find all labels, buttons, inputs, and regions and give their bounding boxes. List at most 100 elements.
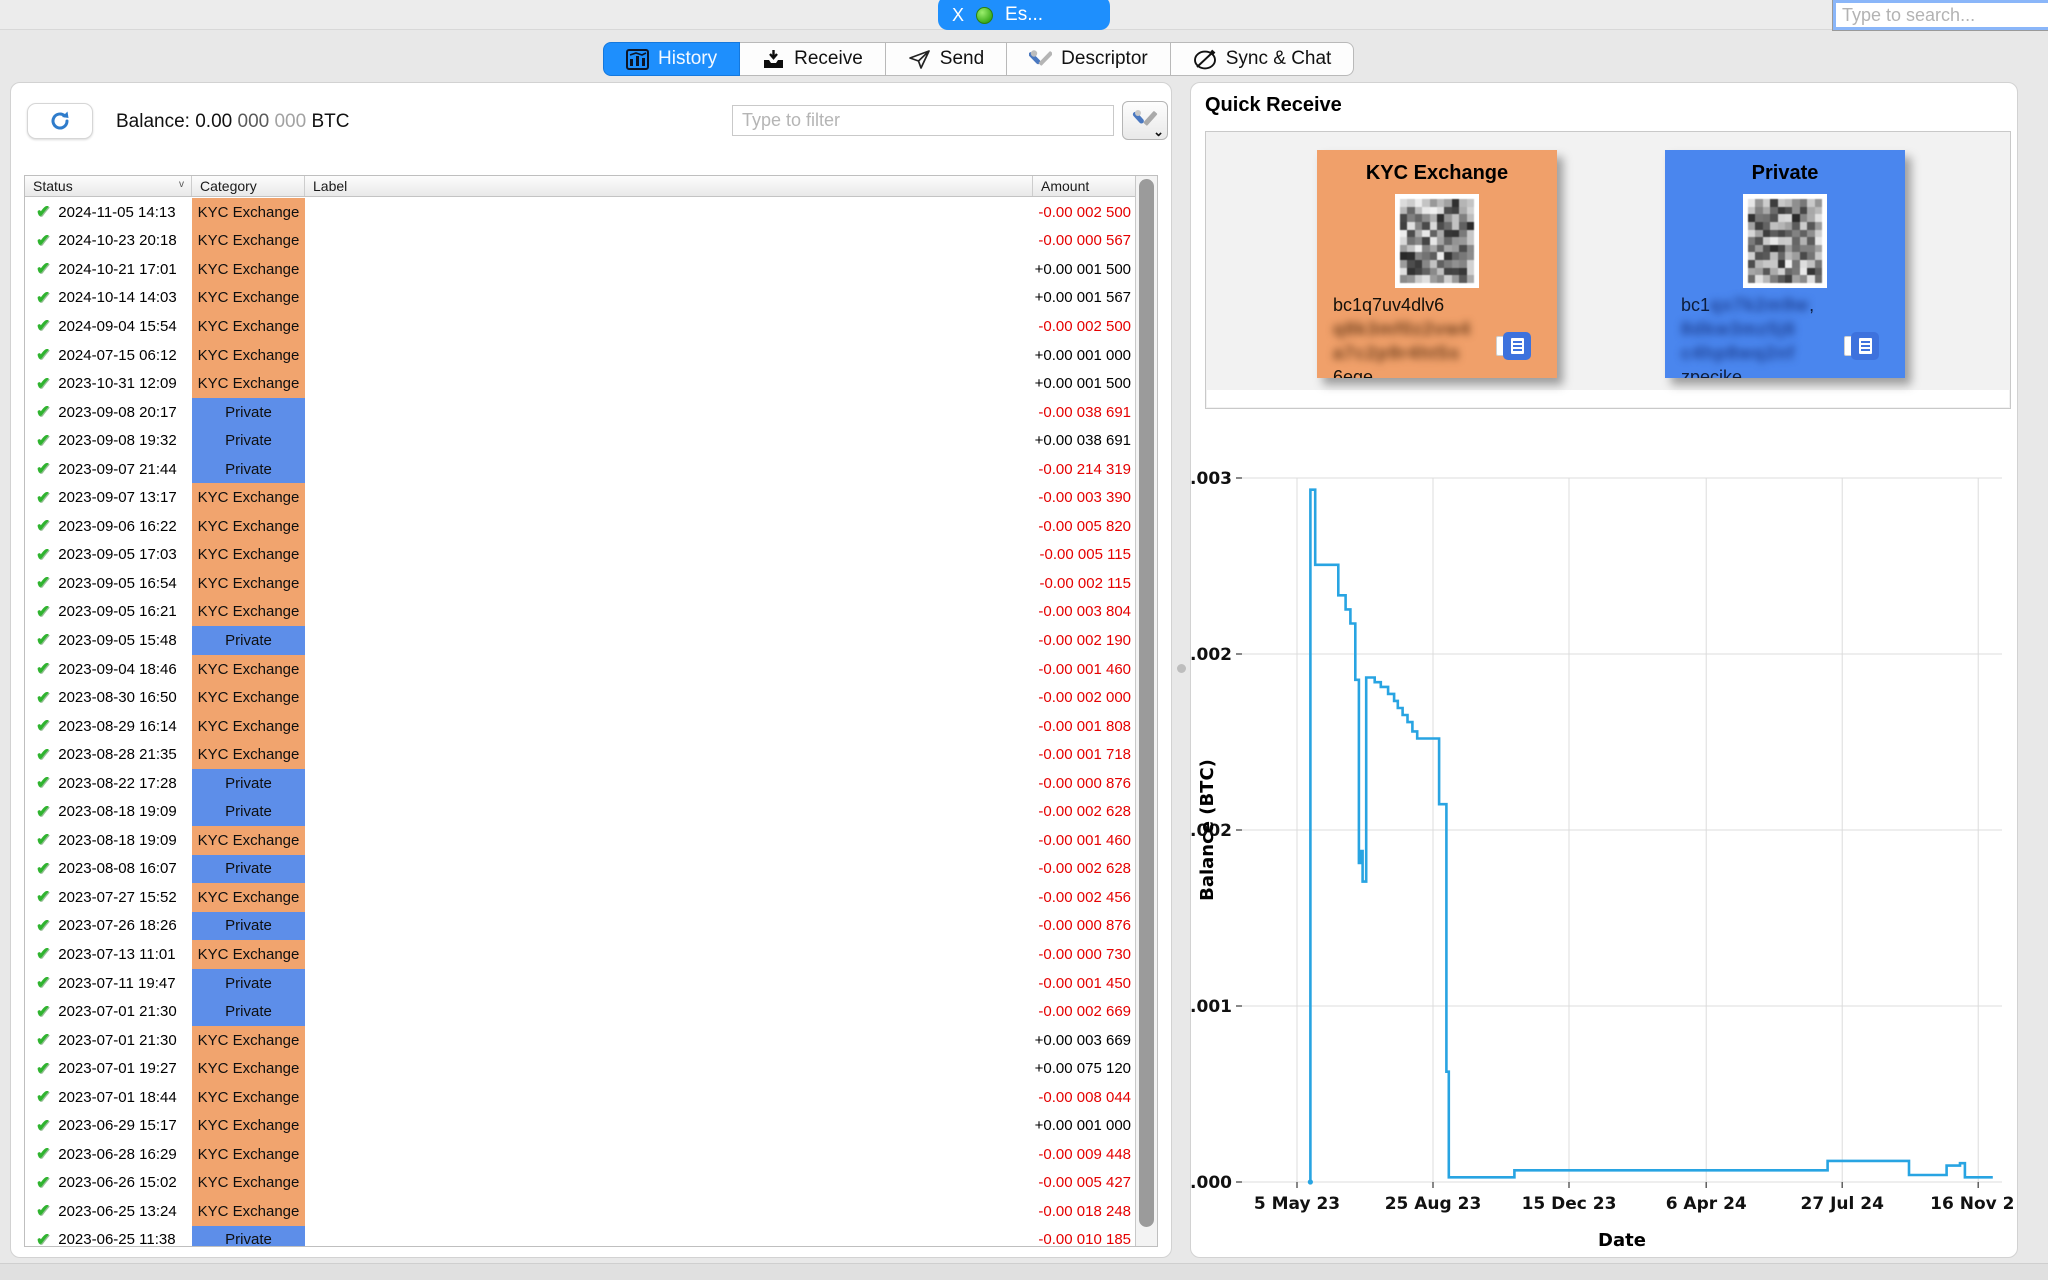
table-row[interactable]: ✔2023-09-05 16:21KYC Exchange-0.00 003 8… (25, 598, 1136, 627)
table-row[interactable]: ✔2023-06-25 11:38Private-0.00 010 185 (25, 1226, 1136, 1247)
table-row[interactable]: ✔2023-07-01 18:44KYC Exchange-0.00 008 0… (25, 1083, 1136, 1112)
tx-date: 2023-07-01 21:30 (58, 1032, 176, 1049)
tab-history[interactable]: History (603, 42, 740, 76)
green-check-icon: ✔ (36, 830, 50, 850)
tab-send[interactable]: Send (886, 42, 1007, 76)
table-row[interactable]: ✔2023-08-18 19:09KYC Exchange-0.00 001 4… (25, 826, 1136, 855)
table-row[interactable]: ✔2024-10-23 20:18KYC Exchange-0.00 000 5… (25, 227, 1136, 256)
table-row[interactable]: ✔2024-11-05 14:13KYC Exchange-0.00 002 5… (25, 198, 1136, 227)
amount-cell: -0.00 001 460 (1033, 661, 1136, 678)
table-body: ✔2024-11-05 14:13KYC Exchange-0.00 002 5… (25, 198, 1136, 1247)
table-row[interactable]: ✔2024-10-14 14:03KYC Exchange+0.00 001 5… (25, 284, 1136, 313)
filter-options-button[interactable]: ⌄ (1122, 101, 1168, 140)
category-cell: KYC Exchange (192, 512, 305, 541)
table-row[interactable]: ✔2023-09-07 13:17KYC Exchange-0.00 003 3… (25, 483, 1136, 512)
status-cell: ✔2023-10-31 12:09 (25, 374, 192, 394)
table-row[interactable]: ✔2023-08-30 16:50KYC Exchange-0.00 002 0… (25, 683, 1136, 712)
table-header[interactable]: Statusv Category Label Amount (25, 176, 1157, 197)
category-cell: Private (192, 626, 305, 655)
search-input[interactable] (1833, 0, 2048, 30)
tab-receive[interactable]: Receive (740, 42, 886, 76)
status-led-icon (976, 7, 993, 24)
address-tail: zpecike (1681, 365, 1814, 378)
amount-cell: -0.00 005 427 (1033, 1174, 1136, 1191)
table-row[interactable]: ✔2024-07-15 06:12KYC Exchange+0.00 001 0… (25, 341, 1136, 370)
tab-descriptor[interactable]: Descriptor (1007, 42, 1171, 76)
amount-cell: -0.00 000 876 (1033, 917, 1136, 934)
table-row[interactable]: ✔2023-09-07 21:44Private-0.00 214 319 (25, 455, 1136, 484)
table-row[interactable]: ✔2024-10-21 17:01KYC Exchange+0.00 001 5… (25, 255, 1136, 284)
table-row[interactable]: ✔2023-07-13 11:01KYC Exchange-0.00 000 7… (25, 940, 1136, 969)
category-cell: KYC Exchange (192, 655, 305, 684)
amount-cell: -0.00 005 820 (1033, 518, 1136, 535)
tx-date: 2023-09-07 21:44 (58, 461, 176, 478)
table-row[interactable]: ✔2023-07-01 19:27KYC Exchange+0.00 075 1… (25, 1054, 1136, 1083)
green-check-icon: ✔ (36, 402, 50, 422)
panel-splitter-handle[interactable] (1177, 664, 1186, 673)
status-cell: ✔2023-07-01 21:30 (25, 1030, 192, 1050)
tx-date: 2023-09-05 16:54 (58, 575, 176, 592)
close-tab-icon[interactable]: X (952, 6, 964, 24)
category-cell: KYC Exchange (192, 312, 305, 341)
tx-date: 2023-09-05 17:03 (58, 546, 176, 563)
amount-cell: -0.00 000 567 (1033, 232, 1136, 249)
table-row[interactable]: ✔2023-08-28 21:35KYC Exchange-0.00 001 7… (25, 740, 1136, 769)
tx-date: 2024-10-23 20:18 (58, 232, 176, 249)
window-title-tab[interactable]: X Es... (938, 0, 1110, 30)
table-row[interactable]: ✔2023-06-28 16:29KYC Exchange-0.00 009 4… (25, 1140, 1136, 1169)
scrollbar-thumb[interactable] (1139, 179, 1154, 1227)
tab-label: Send (940, 48, 984, 70)
filter-input[interactable] (732, 105, 1114, 136)
qr-code-icon[interactable] (1395, 194, 1479, 288)
table-row[interactable]: ✔2023-08-18 19:09Private-0.00 002 628 (25, 797, 1136, 826)
column-header-category: Category (192, 176, 305, 196)
status-cell: ✔2024-09-04 15:54 (25, 316, 192, 336)
table-row[interactable]: ✔2023-07-01 21:30Private-0.00 002 669 (25, 997, 1136, 1026)
y-tick-label: 0.002 (1191, 645, 1232, 665)
tx-date: 2023-06-26 15:02 (58, 1174, 176, 1191)
receive-address[interactable]: bc1q7uv4dlv6q8k3mf0z2vw4a7c2p9r4ht5s6ege (1333, 293, 1471, 378)
green-check-icon: ✔ (36, 1144, 50, 1164)
paper-plane-icon (908, 49, 931, 70)
green-check-icon: ✔ (36, 659, 50, 679)
table-row[interactable]: ✔2023-09-08 19:32Private+0.00 038 691 (25, 426, 1136, 455)
table-row[interactable]: ✔2023-07-01 21:30KYC Exchange+0.00 003 6… (25, 1026, 1136, 1055)
refresh-button[interactable] (27, 103, 93, 139)
table-row[interactable]: ✔2024-09-04 15:54KYC Exchange-0.00 002 5… (25, 312, 1136, 341)
table-row[interactable]: ✔2023-08-08 16:07Private-0.00 002 628 (25, 855, 1136, 884)
tab-sync-chat[interactable]: Sync & Chat (1171, 42, 1355, 76)
quick-receive-hscrollbar[interactable] (1207, 390, 2009, 407)
status-cell: ✔2023-08-18 19:09 (25, 802, 192, 822)
receive-address[interactable]: bc1qx7k2m9w,8dkw3mz5j6c4hp8wq2nfzpecike (1681, 293, 1814, 378)
tab-label: Sync & Chat (1226, 48, 1332, 70)
amount-cell: -0.00 002 456 (1033, 889, 1136, 906)
table-row[interactable]: ✔2023-09-06 16:22KYC Exchange-0.00 005 8… (25, 512, 1136, 541)
table-row[interactable]: ✔2023-07-27 15:52KYC Exchange-0.00 002 4… (25, 883, 1136, 912)
table-row[interactable]: ✔2023-08-22 17:28Private-0.00 000 876 (25, 769, 1136, 798)
table-row[interactable]: ✔2023-08-29 16:14KYC Exchange-0.00 001 8… (25, 712, 1136, 741)
copy-address-button[interactable] (1851, 332, 1881, 362)
green-check-icon: ✔ (36, 202, 50, 222)
receive-card-kyc-exchange: KYC Exchangebc1q7uv4dlv6q8k3mf0z2vw4a7c2… (1317, 150, 1557, 378)
column-header-amount: Amount (1033, 176, 1135, 196)
table-row[interactable]: ✔2023-09-04 18:46KYC Exchange-0.00 001 4… (25, 655, 1136, 684)
amount-cell: -0.00 002 000 (1033, 689, 1136, 706)
table-scrollbar[interactable] (1135, 176, 1157, 1246)
table-row[interactable]: ✔2023-06-29 15:17KYC Exchange+0.00 001 0… (25, 1112, 1136, 1141)
table-row[interactable]: ✔2023-09-05 16:54KYC Exchange-0.00 002 1… (25, 569, 1136, 598)
table-row[interactable]: ✔2023-07-26 18:26Private-0.00 000 876 (25, 912, 1136, 941)
status-cell: ✔2023-08-18 19:09 (25, 830, 192, 850)
balance-text: Balance: 0.00 000 000 BTC (116, 111, 349, 133)
table-row[interactable]: ✔2023-09-08 20:17Private-0.00 038 691 (25, 398, 1136, 427)
x-tick-label: 27 Jul 24 (1801, 1194, 1885, 1214)
table-row[interactable]: ✔2023-07-11 19:47Private-0.00 001 450 (25, 969, 1136, 998)
table-row[interactable]: ✔2023-10-31 12:09KYC Exchange+0.00 001 5… (25, 369, 1136, 398)
qr-code-icon[interactable] (1743, 194, 1827, 288)
table-row[interactable]: ✔2023-09-05 17:03KYC Exchange-0.00 005 1… (25, 541, 1136, 570)
status-cell: ✔2024-10-21 17:01 (25, 259, 192, 279)
table-row[interactable]: ✔2023-09-05 15:48Private-0.00 002 190 (25, 626, 1136, 655)
status-cell: ✔2023-09-08 20:17 (25, 402, 192, 422)
copy-address-button[interactable] (1503, 332, 1533, 362)
table-row[interactable]: ✔2023-06-25 13:24KYC Exchange-0.00 018 2… (25, 1197, 1136, 1226)
table-row[interactable]: ✔2023-06-26 15:02KYC Exchange-0.00 005 4… (25, 1169, 1136, 1198)
